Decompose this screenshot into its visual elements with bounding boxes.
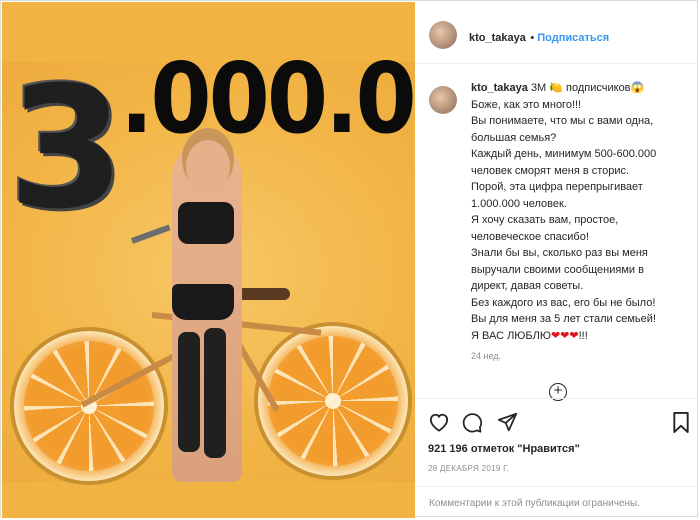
caption-line: Порой, эта цифра перепрыгивает [471, 181, 643, 193]
post-photo[interactable]: 3 .000.000 [2, 2, 415, 518]
person-stocking [204, 328, 226, 458]
caption-avatar[interactable] [429, 86, 457, 114]
heart-emoji: ❤ [560, 329, 570, 342]
heart-emoji: ❤ [550, 329, 561, 342]
caption-username[interactable]: kto_takaya [471, 82, 528, 94]
balloon-number: .000.000 [120, 42, 415, 156]
caption-line: Вы для меня за 5 лет стали семьей! [471, 313, 656, 325]
person-top [178, 202, 234, 244]
person-head [186, 140, 230, 194]
caption: kto_takaya 3М 🍋 подписчиков😱 Боже, как э… [471, 80, 693, 344]
caption-line: Знали бы вы, сколько раз вы меня [471, 247, 648, 259]
caption-line: Без каждого из вас, его бы не было! [471, 296, 656, 309]
caption-line: Я хочу сказать вам, простое, [471, 214, 619, 226]
person-stocking [178, 332, 200, 452]
rear-wheel-orange [254, 322, 412, 480]
front-wheel-orange [10, 327, 168, 485]
header-line: kto_takaya • Подписаться [469, 28, 609, 46]
caption-line: большая семья? [471, 131, 557, 144]
post-date[interactable]: 28 ДЕКАБРЯ 2019 Г. [428, 464, 509, 473]
bookmark-icon[interactable] [672, 412, 690, 433]
send-icon[interactable] [497, 412, 518, 433]
action-bar: 921 196 отметок "Нравится" 28 ДЕКАБРЯ 20… [415, 398, 698, 519]
avatar[interactable] [429, 21, 457, 49]
caption-line: Боже, как это много!!! [471, 98, 582, 111]
caption-line: человеческое спасибо! [471, 230, 589, 243]
heart-outline-icon[interactable] [428, 412, 450, 432]
post-header: kto_takaya • Подписаться [415, 2, 698, 64]
caption-first-line: kto_takaya 3М 🍋 подписчиков😱 [471, 80, 693, 97]
caption-line-love: Я ВАС ЛЮБЛЮ❤❤❤!!! [471, 329, 588, 342]
comments-disabled-notice: Комментарии к этой публикации ограничены… [415, 486, 698, 520]
caption-line: Каждый день, минимум 500-600.000 [471, 148, 657, 160]
follow-button[interactable]: Подписаться [537, 32, 609, 44]
caption-line: директ, давая советы. [471, 280, 584, 292]
caption-line: 1.000.000 человек. [471, 197, 567, 210]
person-shorts [172, 284, 234, 320]
caption-line: выручали своими сообщениями в [471, 263, 644, 276]
balloon-digit: 3 [8, 50, 125, 246]
caption-line: человек сморят меня в сторис. [471, 164, 630, 177]
time-ago[interactable]: 24 нед. [471, 351, 501, 361]
likes-count[interactable]: 921 196 отметок "Нравится" [428, 443, 580, 455]
post-window: 3 .000.000 kto_takaya • Подписаться [0, 0, 698, 518]
comments-disabled-text: Комментарии к этой публикации ограничены… [429, 498, 640, 509]
bike-seat [238, 288, 290, 300]
caption-line: Вы понимаете, что мы с вами одна, [471, 115, 654, 127]
post-sidebar: kto_takaya • Подписаться kto_takaya 3М 🍋… [415, 2, 698, 517]
caption-line: 3М 🍋 подписчиков😱 [530, 82, 645, 94]
comment-icon[interactable] [462, 412, 483, 433]
username-link[interactable]: kto_takaya [469, 32, 526, 44]
heart-emoji: ❤ [569, 329, 579, 342]
